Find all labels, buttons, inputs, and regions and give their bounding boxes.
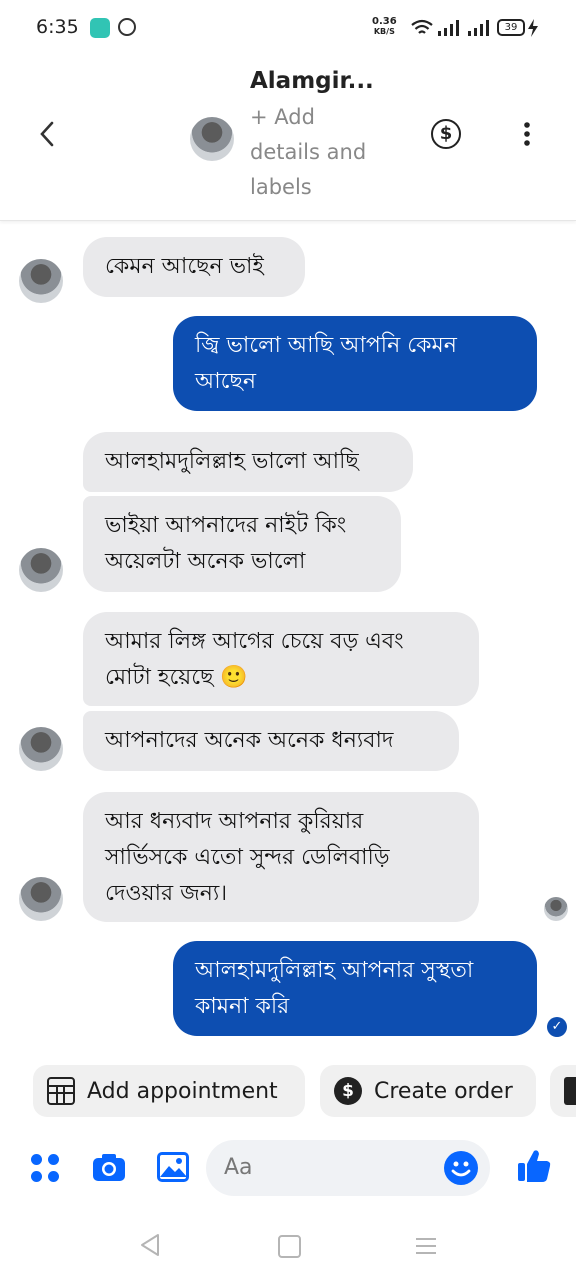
document-icon — [564, 1077, 576, 1105]
message-text: কেমন আছেন ভাই — [105, 254, 264, 279]
add-appointment-button[interactable]: Add appointment — [33, 1065, 305, 1117]
add-details-link[interactable]: + Add details and labels — [250, 100, 390, 205]
message-text: আলহামদুলিল্লাহ ভালো আছি — [105, 449, 359, 474]
message-bubble-outgoing[interactable]: জ্বি ভালো আছি আপনি কেমন আছেন — [173, 316, 537, 411]
nav-recents-icon[interactable] — [415, 1236, 437, 1256]
dollar-circle-icon[interactable]: $ — [431, 119, 461, 149]
network-speed-unit: KB/S — [373, 27, 395, 36]
message-bubble-incoming[interactable]: আপনাদের অনেক অনেক ধন্যবাদ — [83, 711, 459, 771]
message-text: আপনাদের অনেক অনেক ধন্যবাদ — [105, 728, 394, 753]
emoji-icon[interactable] — [444, 1151, 478, 1185]
message-input-placeholder: Aa — [224, 1155, 253, 1180]
charging-icon — [528, 19, 538, 37]
more-actions-chip[interactable] — [550, 1065, 576, 1117]
sender-avatar[interactable] — [19, 259, 63, 303]
battery-icon: 39 — [497, 19, 525, 36]
network-speed-value: 0.36 — [372, 16, 397, 27]
dollar-circle-icon: $ — [334, 1077, 362, 1105]
sender-avatar[interactable] — [19, 877, 63, 921]
message-text: আমার লিঙ্গ আগের চেয়ে বড় এবং মোটা হয়েছ… — [105, 629, 404, 690]
message-bubble-outgoing[interactable]: আলহামদুলিল্লাহ আপনার সুস্থতা কামনা করি — [173, 941, 537, 1036]
message-bubble-incoming[interactable]: ভাইয়া আপনাদের নাইট কিং অয়েলটা অনেক ভাল… — [83, 496, 401, 592]
seen-indicator-avatar — [544, 897, 568, 921]
signal-icon-1 — [438, 20, 459, 36]
wifi-icon — [411, 19, 433, 34]
message-text: আলহামদুলিল্লাহ আপনার সুস্থতা কামনা করি — [195, 958, 474, 1019]
signal-icon-2 — [468, 20, 489, 36]
calendar-icon — [47, 1077, 75, 1105]
camera-icon[interactable] — [92, 1152, 126, 1182]
message-bubble-incoming[interactable]: কেমন আছেন ভাই — [83, 237, 305, 297]
sender-avatar[interactable] — [19, 548, 63, 592]
read-receipt-check-icon: ✓ — [547, 1017, 567, 1037]
status-bar: 6:35 0.36 KB/S 39 — [0, 0, 576, 58]
apps-grid-icon[interactable] — [31, 1154, 59, 1182]
nav-home-icon[interactable] — [278, 1235, 301, 1258]
back-arrow-icon[interactable] — [38, 120, 56, 148]
thumbs-up-icon[interactable] — [516, 1148, 552, 1184]
messenger-notification-icon — [118, 18, 136, 36]
message-text: ভাইয়া আপনাদের নাইট কিং অয়েলটা অনেক ভাল… — [105, 513, 347, 574]
message-text: জ্বি ভালো আছি আপনি কেমন আছেন — [195, 333, 457, 394]
contact-avatar[interactable] — [190, 117, 234, 161]
network-speed: 0.36 KB/S — [372, 17, 397, 37]
sender-avatar[interactable] — [19, 727, 63, 771]
more-vertical-icon[interactable] — [522, 121, 532, 147]
nav-back-icon[interactable] — [138, 1232, 162, 1258]
create-order-label: Create order — [374, 1078, 513, 1104]
status-time: 6:35 — [36, 16, 79, 38]
notification-app-icon — [90, 18, 110, 38]
contact-name[interactable]: Alamgir... — [250, 68, 374, 94]
message-bubble-incoming[interactable]: আলহামদুলিল্লাহ ভালো আছি — [83, 432, 413, 492]
conversation-header: Alamgir... + Add details and labels $ — [0, 58, 576, 221]
add-appointment-label: Add appointment — [87, 1078, 278, 1104]
message-text: আর ধন্যবাদ আপনার কুরিয়ার সার্ভিসকে এতো … — [105, 809, 390, 906]
create-order-button[interactable]: $ Create order — [320, 1065, 536, 1117]
message-bubble-incoming[interactable]: আমার লিঙ্গ আগের চেয়ে বড় এবং মোটা হয়েছ… — [83, 612, 479, 706]
message-bubble-incoming[interactable]: আর ধন্যবাদ আপনার কুরিয়ার সার্ভিসকে এতো … — [83, 792, 479, 922]
gallery-image-icon[interactable] — [157, 1152, 189, 1182]
